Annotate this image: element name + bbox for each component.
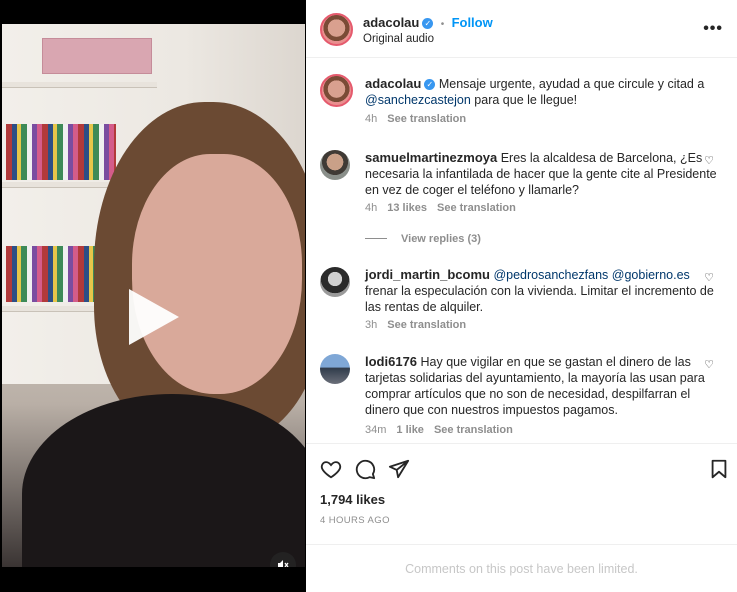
see-translation-button[interactable]: See translation [387,113,466,125]
avatar[interactable] [320,74,353,107]
comment-text: lodi6176 Hay que vigilar en que se gasta… [365,354,720,418]
books [6,124,116,180]
view-replies-button[interactable]: View replies (3) [365,233,481,245]
comment-username[interactable]: lodi6176 [365,354,417,369]
avatar[interactable] [320,150,350,180]
see-translation-button[interactable]: See translation [434,424,513,436]
mention-link[interactable]: @gobierno.es [612,268,690,282]
verified-icon: ✓ [424,79,436,90]
comment-item: lodi6176 Hay que vigilar en que se gasta… [320,352,720,437]
comment-username[interactable]: samuelmartinezmoya [365,150,497,165]
like-comment-heart-icon[interactable]: ♡ [704,154,714,167]
timestamp[interactable]: 4h [365,202,377,214]
comments-limited-notice: Comments on this post have been limited. [306,544,737,592]
decor-box [42,38,152,74]
separator-dot: • [440,19,445,30]
more-icon[interactable]: ••• [703,20,723,38]
comment-meta: 34m 1 like See translation [365,424,513,436]
caption-body: Mensaje urgente, ayudad a que circule y … [438,77,705,91]
comment-meta: 3h See translation [365,319,466,331]
like-comment-heart-icon[interactable]: ♡ [704,358,714,371]
comment-username[interactable]: jordi_martin_bcomu [365,267,490,282]
comment-body: frenar la especulación con la vivienda. … [365,284,714,314]
heart-icon[interactable] [320,458,342,480]
header-user: adacolau ✓ • Follow [363,15,493,30]
see-translation-button[interactable]: See translation [437,202,516,214]
comment-text: samuelmartinezmoya Eres la alcaldesa de … [365,150,720,198]
comment-icon[interactable] [354,458,376,480]
avatar[interactable] [320,354,350,384]
person-clothing [22,394,305,567]
post-time[interactable]: 4 HOURS AGO [320,515,390,526]
likes-count[interactable]: 1,794 likes [320,492,385,507]
comment-meta: 4h 13 likes See translation [365,202,516,214]
play-icon[interactable] [129,289,179,345]
bookmark-icon[interactable] [708,458,730,480]
post-header: adacolau ✓ • Follow Original audio ••• [306,0,737,58]
post-actions: 1,794 likes 4 HOURS AGO [306,443,737,543]
caption: adacolau ✓ Mensaje urgente, ayudad a que … [320,74,720,129]
view-replies-label: View replies (3) [401,233,481,245]
person-face [132,154,302,394]
verified-icon: ✓ [422,18,434,29]
shelf [2,82,157,88]
see-translation-button[interactable]: See translation [387,319,466,331]
avatar[interactable] [320,13,353,46]
mention-link[interactable]: @pedrosanchezfans [493,268,608,282]
replies-line [365,238,387,239]
timestamp[interactable]: 3h [365,319,377,331]
caption-text: adacolau ✓ Mensaje urgente, ayudad a que … [365,76,720,108]
timestamp[interactable]: 34m [365,424,386,436]
video-player[interactable] [2,24,305,567]
mute-icon-glyph [278,560,289,567]
share-icon[interactable] [388,458,410,480]
comment-item: jordi_martin_bcomu @pedrosanchezfans @go… [320,265,720,335]
timestamp[interactable]: 4h [365,113,377,125]
audio-link[interactable]: Original audio [363,33,434,45]
likes-count[interactable]: 1 like [396,424,424,436]
username[interactable]: adacolau [363,15,419,30]
caption-body-end: para que le llegue! [474,93,578,107]
avatar[interactable] [320,267,350,297]
video-panel [0,0,306,592]
caption-meta: 4h See translation [365,113,466,125]
likes-count[interactable]: 13 likes [387,202,427,214]
comment-text: jordi_martin_bcomu @pedrosanchezfans @go… [365,267,720,315]
comment-item: samuelmartinezmoya Eres la alcaldesa de … [320,148,720,218]
mention-link[interactable]: @sanchezcastejon [365,93,471,107]
like-comment-heart-icon[interactable]: ♡ [704,271,714,284]
follow-button[interactable]: Follow [452,15,493,30]
post-panel: adacolau ✓ • Follow Original audio ••• ad… [306,0,737,592]
caption-username[interactable]: adacolau [365,76,421,91]
